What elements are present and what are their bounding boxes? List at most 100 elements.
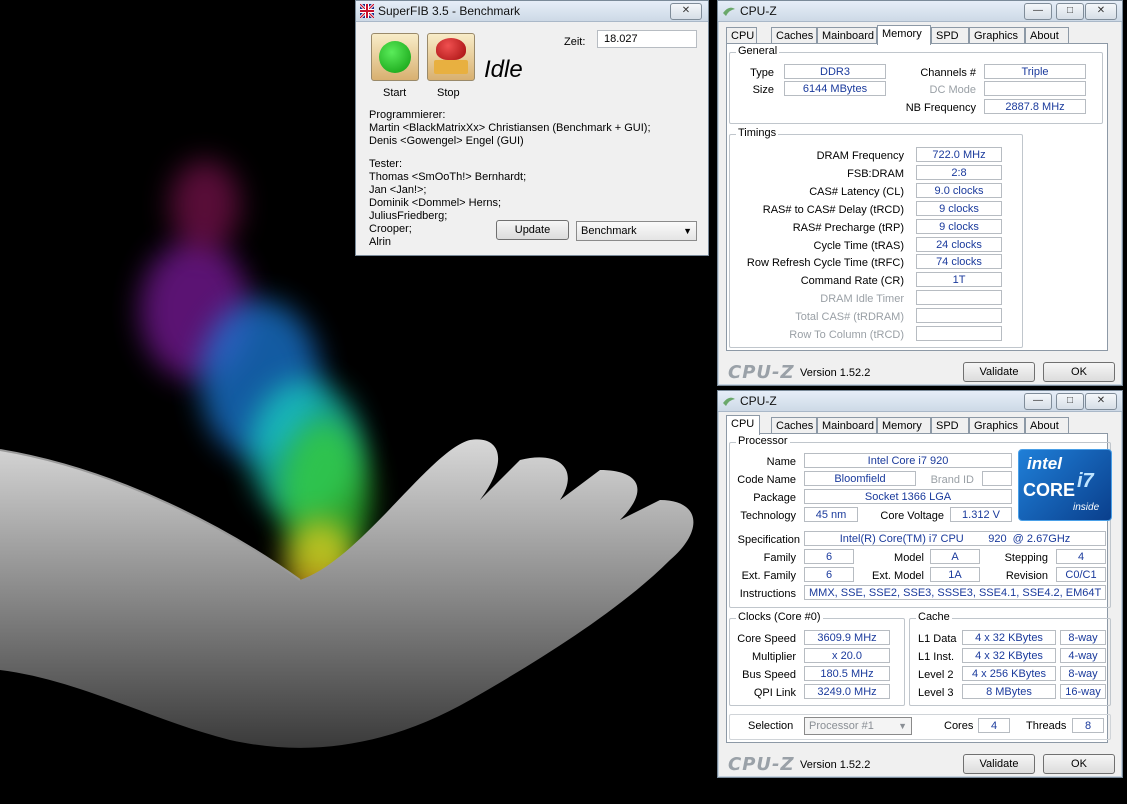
busspeed-value: 180.5 MHz: [804, 666, 890, 681]
timing-value: 24 clocks: [916, 236, 1002, 252]
timing-label: Row To Column (tRCD): [789, 329, 904, 341]
tab-memory[interactable]: Memory: [877, 417, 931, 434]
cache-size-value: 4 x 32 KBytes: [962, 648, 1056, 663]
voltage-value: 1.312 V: [950, 507, 1012, 522]
stop-label: Stop: [437, 87, 460, 99]
timing-label: Cycle Time (tRAS): [813, 239, 904, 252]
processor-select[interactable]: Processor #1 ▼: [804, 717, 912, 735]
timing-value: [916, 290, 1002, 306]
size-label: Size: [752, 84, 774, 96]
mode-select-value: Benchmark: [581, 225, 637, 237]
tab-about[interactable]: About: [1025, 27, 1069, 44]
extfamily-value: 6: [804, 567, 854, 582]
qpi-value: 3249.0 MHz: [804, 684, 890, 699]
clocks-group: Clocks (Core #0) Core Speed 3609.9 MHz M…: [729, 611, 905, 706]
family-value: 6: [804, 549, 854, 564]
timing-value: 2:8: [916, 164, 1002, 180]
timing-value: [916, 308, 1002, 324]
package-value: Socket 1366 LGA: [804, 489, 1012, 504]
tester-line-1: Thomas <SmOoTh!> Bernhardt;: [369, 171, 527, 183]
timing-value: 9.0 clocks: [916, 182, 1002, 198]
dcmode-label: DC Mode: [929, 84, 976, 96]
smoke-magenta: [170, 160, 240, 250]
tester-line-3: Dominik <Dommel> Herns;: [369, 197, 502, 209]
timing-label: RAS# to CAS# Delay (tRCD): [762, 203, 904, 216]
tab-caches[interactable]: Caches: [771, 27, 817, 44]
type-value: DDR3: [784, 64, 886, 79]
revision-value: C0/C1: [1056, 567, 1106, 582]
threads-label: Threads: [1026, 720, 1067, 732]
minimize-button[interactable]: —: [1024, 393, 1052, 410]
zeit-field[interactable]: 18.027: [597, 30, 697, 48]
close-button[interactable]: ✕: [1085, 393, 1117, 410]
model-label: Model: [894, 552, 924, 564]
cache-way-value: 8-way: [1060, 630, 1106, 645]
timing-label: Row Refresh Cycle Time (tRFC): [746, 257, 904, 270]
timing-value: [916, 326, 1002, 341]
maximize-button[interactable]: □: [1056, 393, 1084, 410]
validate-button[interactable]: Validate: [963, 754, 1035, 774]
zeit-label: Zeit:: [564, 36, 586, 48]
timing-label: DRAM Frequency: [816, 150, 904, 162]
tab-spd[interactable]: SPD: [931, 27, 969, 44]
tab-graphics[interactable]: Graphics: [969, 27, 1025, 44]
brandid-label: Brand ID: [930, 474, 974, 486]
timing-value: 722.0 MHz: [916, 147, 1002, 162]
status-text: Idle: [484, 56, 523, 83]
timing-label: Total CAS# (tRDRAM): [795, 311, 904, 324]
timing-label: Command Rate (CR): [800, 275, 904, 288]
timing-label: CAS# Latency (CL): [809, 185, 904, 198]
cache-label: Level 2: [918, 669, 954, 681]
multiplier-value: x 20.0: [804, 648, 890, 663]
hand-image: [0, 439, 694, 748]
timings-group: Timings DRAM Frequency 722.0 MHz FSB:DRAM 2…: [729, 127, 1023, 348]
codename-label: Code Name: [737, 474, 796, 486]
minimize-button[interactable]: —: [1024, 3, 1052, 20]
timing-value: 74 clocks: [916, 254, 1002, 270]
spec-label: Specification: [737, 534, 800, 546]
start-button[interactable]: [371, 33, 419, 81]
tab-caches[interactable]: Caches: [771, 417, 817, 434]
cpuz-cpu-window: CPU-Z — □ ✕ CPU Caches Mainboard Memory …: [717, 390, 1123, 778]
cores-label: Cores: [944, 720, 974, 732]
close-button[interactable]: ✕: [1085, 3, 1117, 20]
tab-about[interactable]: About: [1025, 417, 1069, 434]
cache-label: Level 3: [918, 687, 954, 699]
tester-line-2: Jan <Jan!>;: [369, 184, 427, 196]
update-button[interactable]: Update: [496, 220, 569, 240]
programmer-heading: Programmierer:: [369, 109, 446, 121]
selection-group: Selection Processor #1 ▼ Cores 4 Threads…: [729, 714, 1111, 740]
tab-mainboard[interactable]: Mainboard: [817, 417, 877, 434]
stop-button[interactable]: [427, 33, 475, 81]
intel-core: CORE: [1023, 480, 1076, 500]
maximize-button[interactable]: □: [1056, 3, 1084, 20]
tab-cpu[interactable]: CPU: [726, 415, 760, 435]
tester-heading: Tester:: [369, 158, 403, 170]
ok-button[interactable]: OK: [1043, 362, 1115, 382]
stop-icon: [436, 38, 466, 60]
tab-mainboard[interactable]: Mainboard: [817, 27, 877, 44]
superfib-close-button[interactable]: ✕: [670, 3, 702, 20]
tab-cpu[interactable]: CPU: [726, 27, 757, 44]
cpuz-cpu-titlebar: CPU-Z — □ ✕: [718, 391, 1122, 412]
validate-button[interactable]: Validate: [963, 362, 1035, 382]
tab-graphics[interactable]: Graphics: [969, 417, 1025, 434]
programmer-line-2: Denis <Gowengel> Engel (GUI): [369, 135, 524, 147]
extfamily-label: Ext. Family: [741, 570, 796, 582]
timing-value: 9 clocks: [916, 200, 1002, 216]
general-group: General Type DDR3 Size 6144 MBytes Chann…: [729, 45, 1103, 124]
tab-memory[interactable]: Memory: [877, 25, 931, 45]
timing-label: DRAM Idle Timer: [820, 293, 904, 306]
tab-spd[interactable]: SPD: [931, 417, 969, 434]
tester-line-6: Alrin: [369, 236, 392, 248]
threads-value: 8: [1072, 718, 1104, 733]
mode-select[interactable]: Benchmark ▼: [576, 221, 697, 241]
intel-brand: intel: [1027, 454, 1062, 473]
instructions-value: MMX, SSE, SSE2, SSE3, SSSE3, SSE4.1, SSE…: [804, 585, 1106, 600]
ok-button[interactable]: OK: [1043, 754, 1115, 774]
channels-label: Channels #: [920, 67, 976, 79]
tester-line-4: JuliusFriedberg;: [369, 210, 448, 222]
size-value: 6144 MBytes: [784, 81, 886, 96]
start-label: Start: [383, 87, 407, 99]
processor-select-value: Processor #1: [809, 720, 874, 732]
